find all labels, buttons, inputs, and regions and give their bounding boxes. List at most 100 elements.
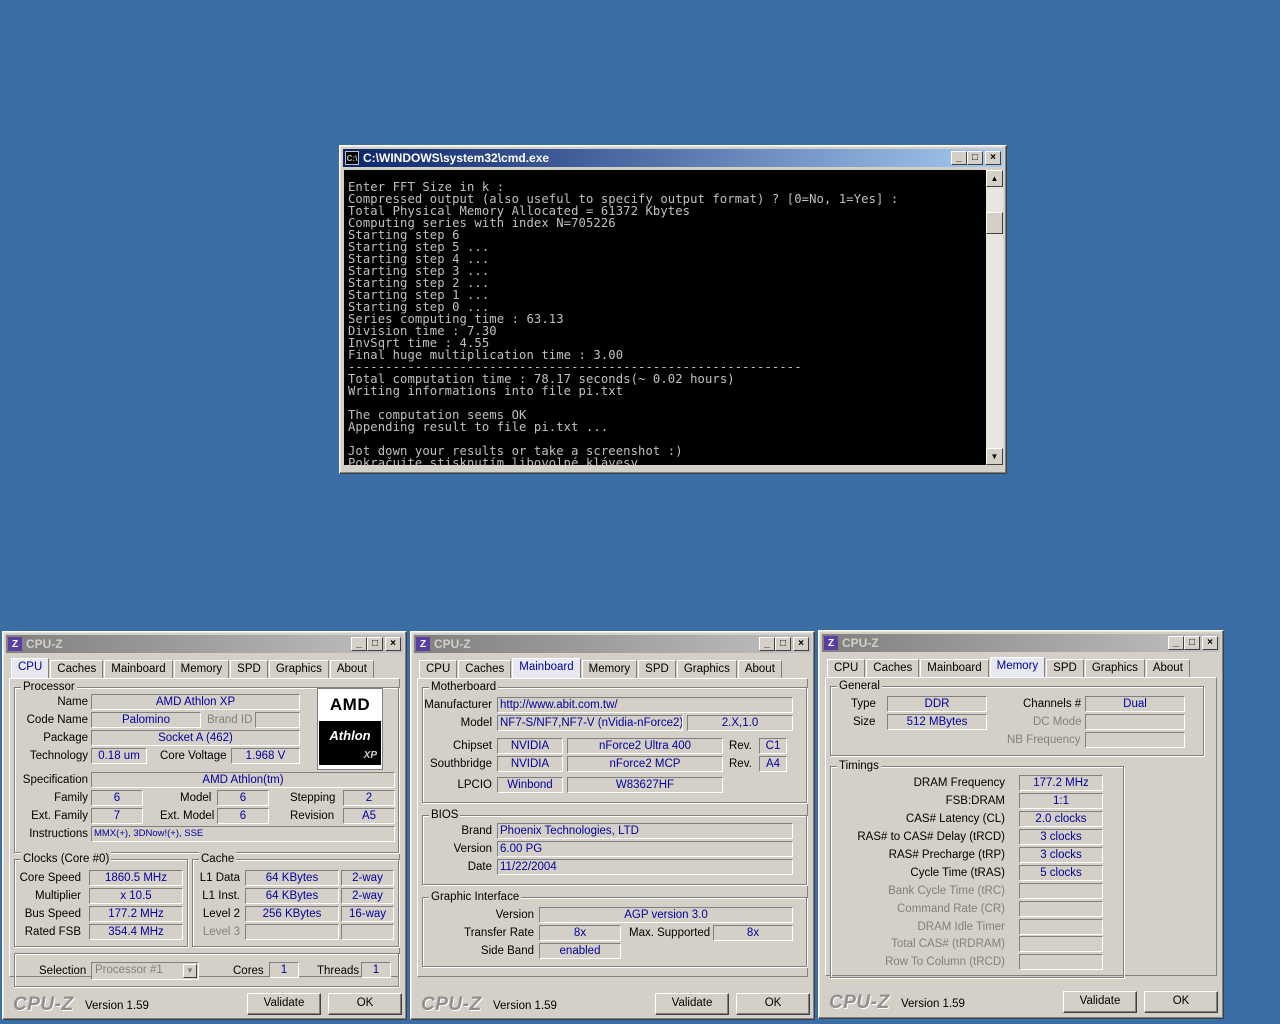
tab-spd[interactable]: SPD [1046, 659, 1084, 678]
tab-mainboard[interactable]: Mainboard [104, 660, 173, 679]
validate-button[interactable]: Validate [1063, 991, 1137, 1013]
cpuz-app-icon: Z [416, 637, 430, 651]
trdram-value [1019, 936, 1103, 952]
cpuz-footer-logo: CPU-Z [421, 994, 482, 1015]
vertical-scrollbar[interactable]: ▲ ▼ [986, 170, 1003, 465]
clocks-group: Clocks (Core #0) Core Speed 1860.5 MHz M… [14, 852, 188, 947]
maximize-button[interactable]: □ [967, 151, 983, 165]
version-label: Version 1.59 [493, 1000, 557, 1012]
group-label: Timings [837, 759, 881, 773]
close-button[interactable]: × [985, 151, 1001, 165]
tab-mainboard[interactable]: Mainboard [512, 658, 581, 679]
cpuz-titlebar[interactable]: Z CPU-Z _ □ × [414, 635, 811, 653]
cpuz-titlebar[interactable]: Z CPU-Z _ □ × [6, 635, 403, 653]
corespeed-label: Core Speed [19, 872, 81, 884]
tab-graphics[interactable]: Graphics [1084, 659, 1145, 678]
tab-panel: General Type DDR Channels # Dual Size 51… [825, 677, 1217, 978]
brandid-value [255, 712, 300, 728]
tab-cpu[interactable]: CPU [419, 660, 458, 679]
ok-button[interactable]: OK [328, 993, 402, 1015]
tab-caches[interactable]: Caches [866, 659, 920, 678]
tab-caches[interactable]: Caches [50, 660, 104, 679]
fsbdram-label: FSB:DRAM [945, 795, 1005, 807]
family-value: 6 [91, 790, 143, 806]
tab-spd[interactable]: SPD [638, 660, 676, 679]
tab-bar: CPU Caches Mainboard Memory SPD Graphics… [11, 658, 375, 679]
cmd-titlebar[interactable]: C:\ C:\WINDOWS\system32\cmd.exe _ □ × [343, 149, 1003, 167]
tab-mainboard[interactable]: Mainboard [920, 659, 989, 678]
revision-label: Revision [290, 810, 335, 822]
tab-caches[interactable]: Caches [458, 660, 512, 679]
level3-label: Level 3 [202, 926, 240, 938]
maximize-button[interactable]: □ [367, 637, 383, 651]
chevron-down-icon[interactable]: ▼ [183, 964, 197, 978]
cpuz-footer-logo: CPU-Z [829, 992, 890, 1013]
tab-memory[interactable]: Memory [581, 660, 638, 679]
extmodel-value: 6 [217, 808, 269, 824]
cpuz-titlebar[interactable]: Z CPU-Z _ □ × [822, 634, 1220, 652]
amd-logo-text: AMD [329, 695, 371, 714]
model-value: NF7-S/NF7,NF7-V (nVidia-nForce2) [497, 715, 683, 731]
group-label: Cache [199, 852, 237, 866]
minimize-button[interactable]: _ [759, 637, 775, 651]
tab-bar: CPU Caches Mainboard Memory SPD Graphics… [827, 657, 1191, 678]
tab-about[interactable]: About [329, 660, 374, 679]
threads-label: Threads [317, 965, 360, 977]
dramfreq-value: 177.2 MHz [1019, 775, 1103, 791]
scroll-down-button[interactable]: ▼ [986, 448, 1003, 465]
close-button[interactable]: × [793, 637, 809, 651]
tab-cpu[interactable]: CPU [11, 658, 50, 679]
lpcio-value: W83627HF [567, 777, 723, 793]
cas-latency-label: CAS# Latency (CL) [905, 813, 1005, 825]
scroll-thumb[interactable] [986, 212, 1003, 234]
cores-value: 1 [269, 962, 299, 978]
cpuz-window-memory[interactable]: Z CPU-Z _ □ × CPU Caches Mainboard Memor… [818, 630, 1224, 1019]
minimize-button[interactable]: _ [351, 637, 367, 651]
console-output[interactable]: Enter FFT Size in k : Compressed output … [344, 170, 986, 465]
close-button[interactable]: × [1202, 636, 1218, 650]
tab-cpu[interactable]: CPU [827, 659, 866, 678]
package-label: Package [43, 732, 88, 744]
tab-memory[interactable]: Memory [989, 657, 1046, 678]
tab-about[interactable]: About [737, 660, 782, 679]
graphic-interface-group: Graphic Interface Version AGP version 3.… [422, 890, 807, 967]
chipset-rev-value: C1 [759, 738, 787, 754]
stepping-label: Stepping [290, 792, 336, 804]
maximize-button[interactable]: □ [1184, 636, 1200, 650]
maximize-button[interactable]: □ [775, 637, 791, 651]
xp-logo-text: XP [363, 750, 377, 761]
chipset-value: nForce2 Ultra 400 [567, 738, 723, 754]
ok-button[interactable]: OK [736, 993, 810, 1015]
group-label: Processor [21, 680, 77, 694]
tab-about[interactable]: About [1145, 659, 1190, 678]
cores-label: Cores [233, 965, 264, 977]
close-button[interactable]: × [385, 637, 401, 651]
minimize-button[interactable]: _ [951, 151, 967, 165]
tab-graphics[interactable]: Graphics [268, 660, 329, 679]
l1inst-value: 64 KBytes [245, 888, 339, 904]
cmd-window[interactable]: C:\ C:\WINDOWS\system32\cmd.exe _ □ × En… [339, 145, 1007, 474]
minimize-button[interactable]: _ [1168, 636, 1184, 650]
l1data-label: L1 Data [199, 872, 240, 884]
corevoltage-label: Core Voltage [160, 750, 227, 762]
ok-button[interactable]: OK [1144, 991, 1218, 1013]
cpuz-window-cpu[interactable]: Z CPU-Z _ □ × CPU Caches Mainboard Memor… [2, 631, 407, 1020]
tab-spd[interactable]: SPD [230, 660, 268, 679]
validate-button[interactable]: Validate [655, 993, 729, 1015]
tab-memory[interactable]: Memory [173, 660, 230, 679]
cpuz-window-mainboard[interactable]: Z CPU-Z _ □ × CPU Caches Mainboard Memor… [410, 631, 815, 1020]
cpuz-app-icon: Z [8, 637, 22, 651]
multiplier-value: x 10.5 [89, 888, 183, 904]
name-value: AMD Athlon XP [91, 694, 300, 710]
trp-value: 3 clocks [1019, 847, 1103, 863]
codename-label: Code Name [26, 714, 88, 726]
athlon-badge: Athlon XP [319, 721, 381, 765]
stepping-value: 2 [343, 790, 395, 806]
channels-label: Channels # [1023, 698, 1082, 710]
technology-value: 0.18 um [91, 748, 147, 764]
trc-value [1019, 883, 1103, 899]
tab-graphics[interactable]: Graphics [676, 660, 737, 679]
processor-select[interactable]: Processor #1 ▼ [91, 962, 199, 980]
scroll-up-button[interactable]: ▲ [986, 170, 1003, 187]
validate-button[interactable]: Validate [247, 993, 321, 1015]
